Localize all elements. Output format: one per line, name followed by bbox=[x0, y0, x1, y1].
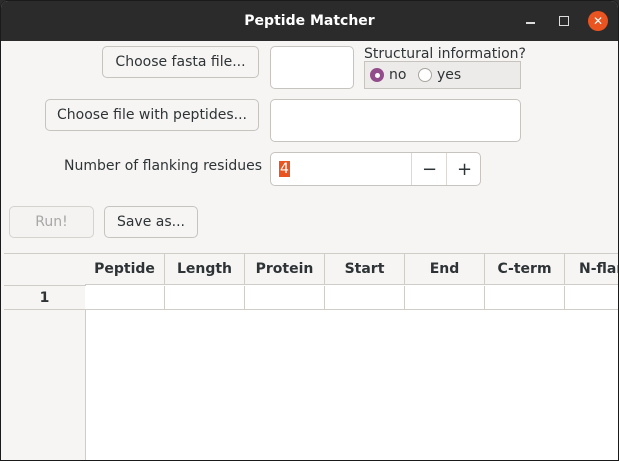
column-header-n-flank[interactable]: N-flank bbox=[565, 254, 618, 285]
column-header-c-term[interactable]: C-term bbox=[485, 254, 565, 285]
table-corner bbox=[4, 254, 86, 286]
minimize-icon bbox=[525, 22, 535, 24]
decrement-button[interactable]: − bbox=[411, 153, 447, 185]
row-header-column bbox=[4, 286, 86, 460]
choose-fasta-button[interactable]: Choose fasta file... bbox=[102, 46, 259, 78]
radio-yes-indicator bbox=[418, 68, 432, 82]
increment-button[interactable]: + bbox=[446, 153, 482, 185]
table-cell[interactable] bbox=[245, 286, 325, 310]
minus-icon: − bbox=[421, 158, 438, 180]
structural-radio-group: no yes bbox=[364, 61, 521, 89]
choose-peptides-button[interactable]: Choose file with peptides... bbox=[45, 99, 259, 131]
radio-yes[interactable]: yes bbox=[418, 67, 461, 83]
table-cell[interactable] bbox=[565, 286, 618, 310]
column-header-length[interactable]: Length bbox=[165, 254, 245, 285]
radio-no-indicator bbox=[370, 68, 384, 82]
table-cell[interactable] bbox=[405, 286, 485, 310]
table-cell[interactable] bbox=[165, 286, 245, 310]
flanking-spinbox[interactable]: 4 − + bbox=[270, 152, 481, 186]
maximize-button[interactable] bbox=[554, 11, 574, 31]
column-header-protein[interactable]: Protein bbox=[245, 254, 325, 285]
column-header-peptide[interactable]: Peptide bbox=[85, 254, 165, 285]
column-header-end[interactable]: End bbox=[405, 254, 485, 285]
title-bar: Peptide Matcher ✕ bbox=[1, 1, 618, 41]
results-table: Peptide Length Protein Start End C-term … bbox=[4, 253, 618, 460]
app-window: Peptide Matcher ✕ Choose fasta file... S… bbox=[0, 0, 619, 461]
table-cell[interactable] bbox=[325, 286, 405, 310]
table-cell[interactable] bbox=[485, 286, 565, 310]
run-button[interactable]: Run! bbox=[9, 206, 94, 238]
minimize-button[interactable] bbox=[520, 11, 540, 31]
table-cell[interactable] bbox=[85, 286, 165, 310]
plus-icon: + bbox=[456, 158, 473, 180]
save-as-button[interactable]: Save as... bbox=[104, 206, 198, 238]
radio-no[interactable]: no bbox=[370, 67, 406, 83]
close-button[interactable]: ✕ bbox=[588, 11, 608, 31]
maximize-icon bbox=[559, 16, 569, 26]
close-icon: ✕ bbox=[592, 14, 604, 28]
flanking-label: Number of flanking residues bbox=[64, 158, 263, 174]
row-header[interactable]: 1 bbox=[4, 286, 85, 310]
radio-yes-label: yes bbox=[437, 67, 462, 83]
peptides-file-field[interactable] bbox=[270, 99, 521, 142]
radio-no-label: no bbox=[389, 67, 407, 83]
flanking-value[interactable]: 4 bbox=[279, 161, 290, 177]
column-header-start[interactable]: Start bbox=[325, 254, 405, 285]
structural-label: Structural information? bbox=[364, 46, 526, 62]
fasta-file-field[interactable] bbox=[270, 46, 354, 89]
